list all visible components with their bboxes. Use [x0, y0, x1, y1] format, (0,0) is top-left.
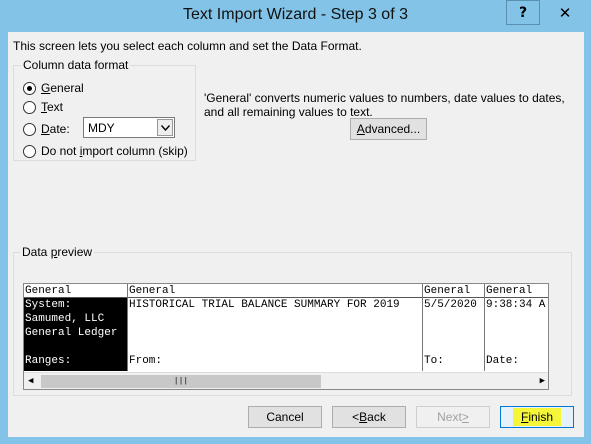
preview-cell: To:: [424, 355, 444, 367]
column-data-format-label: Column data format: [21, 58, 131, 72]
column-data-format-group: Column data format General Text Date: MD…: [13, 58, 196, 161]
date-format-select[interactable]: MDY: [83, 117, 175, 138]
radio-label-text: Text: [41, 100, 64, 114]
preview-column-header[interactable]: General: [423, 284, 484, 298]
preview-cell: [423, 340, 484, 354]
radio-selected-dot: [27, 85, 32, 91]
radio-button[interactable]: [23, 144, 36, 158]
grip-icon: |||: [173, 377, 189, 386]
help-icon: ?: [518, 4, 528, 21]
finish-highlight: Finish: [512, 408, 562, 426]
radio-button[interactable]: [23, 100, 36, 114]
preview-cell: [128, 340, 422, 354]
preview-cell: General Ledger: [25, 327, 118, 339]
text-import-wizard-dialog: Text Import Wizard - Step 3 of 3 ? ✕ Thi…: [0, 0, 591, 444]
preview-cell: System:: [25, 299, 72, 311]
advanced-button[interactable]: Advanced...: [350, 118, 427, 140]
preview-cell: [128, 326, 422, 340]
preview-column-header[interactable]: General: [128, 284, 422, 298]
scroll-right-icon[interactable]: ▶: [540, 376, 545, 386]
preview-cell: Ranges:: [25, 355, 72, 367]
preview-column-header[interactable]: General: [24, 284, 127, 298]
finish-button[interactable]: Finish: [500, 406, 574, 428]
preview-column-4[interactable]: General 9:38:34 A Date:: [485, 284, 548, 371]
radio-button[interactable]: [23, 122, 36, 136]
data-preview-label: Data preview: [20, 245, 95, 259]
preview-column-2[interactable]: General HISTORICAL TRIAL BALANCE SUMMARY…: [128, 284, 423, 371]
preview-column-header[interactable]: General: [485, 284, 548, 298]
close-button[interactable]: ✕: [541, 0, 589, 25]
horizontal-scrollbar[interactable]: ◀ ||| ▶: [24, 372, 548, 389]
radio-label-date: Date:: [41, 122, 70, 136]
data-preview-grid[interactable]: General System: Samumed, LLC General Led…: [23, 283, 549, 390]
preview-cell: [423, 326, 484, 340]
preview-cell: [128, 312, 422, 326]
back-button[interactable]: < Back: [332, 406, 406, 428]
preview-cell: Samumed, LLC: [25, 313, 105, 325]
radio-button[interactable]: [23, 81, 36, 95]
preview-cell: [485, 312, 548, 326]
preview-cell: [423, 312, 484, 326]
radio-general[interactable]: General: [23, 80, 84, 96]
preview-cell: 5/5/2020: [424, 299, 477, 311]
preview-cell: [485, 340, 548, 354]
preview-column-3[interactable]: General 5/5/2020 To:: [423, 284, 485, 371]
preview-cell: Date:: [486, 355, 520, 367]
preview-cell: [24, 340, 127, 354]
data-preview-group: Data preview General System: Samumed, LL…: [13, 245, 572, 396]
radio-label-general: General: [41, 81, 84, 95]
radio-skip[interactable]: Do not import column (skip): [23, 143, 188, 159]
format-info-text: 'General' converts numeric values to num…: [204, 91, 565, 119]
radio-text[interactable]: Text: [23, 99, 63, 115]
preview-cell: 9:38:34 A: [486, 299, 546, 311]
scroll-left-icon[interactable]: ◀: [28, 376, 33, 386]
window-title: Text Import Wizard - Step 3 of 3: [183, 6, 408, 23]
next-button[interactable]: Next >: [416, 406, 490, 428]
horizontal-scroll-thumb[interactable]: |||: [41, 375, 321, 388]
preview-cell: HISTORICAL TRIAL BALANCE SUMMARY FOR 201…: [129, 299, 400, 311]
dialog-body: This screen lets you select each column …: [8, 32, 584, 437]
cancel-button[interactable]: Cancel: [248, 406, 322, 428]
preview-cell: [485, 326, 548, 340]
date-format-value: MDY: [88, 121, 115, 135]
radio-date[interactable]: Date:: [23, 121, 70, 137]
title-bar[interactable]: Text Import Wizard - Step 3 of 3 ? ✕: [0, 0, 591, 32]
preview-column-1[interactable]: General System: Samumed, LLC General Led…: [24, 284, 128, 371]
radio-label-skip: Do not import column (skip): [41, 144, 188, 158]
intro-text: This screen lets you select each column …: [13, 39, 362, 53]
close-icon: ✕: [558, 3, 572, 22]
chevron-down-icon[interactable]: [157, 119, 173, 136]
help-button[interactable]: ?: [506, 0, 540, 25]
preview-cell: From:: [129, 355, 163, 367]
